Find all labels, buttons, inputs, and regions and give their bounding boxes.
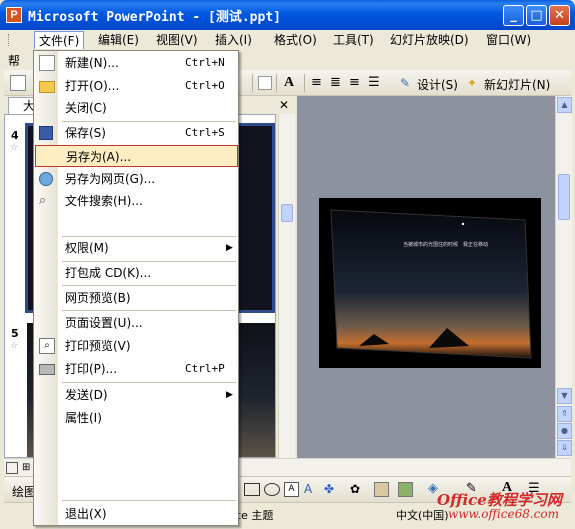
pane-close-icon[interactable]: ✕ xyxy=(279,98,289,112)
menu-item-web-preview[interactable]: 网页预览(B) xyxy=(35,287,238,309)
normal-view-icon[interactable] xyxy=(6,462,18,474)
print-preview-icon: ⌕ xyxy=(39,338,55,354)
menu-window[interactable]: 窗口(W) xyxy=(482,31,535,49)
menu-item-properties[interactable]: 属性(I) xyxy=(35,407,238,429)
menu-item-package-cd[interactable]: 打包成 CD(K)... xyxy=(35,262,238,284)
file-search-icon: ⌕ xyxy=(39,193,47,208)
select-browse-object-button[interactable]: ● xyxy=(557,423,572,439)
submenu-arrow-icon: ▶ xyxy=(226,243,233,253)
print-icon xyxy=(39,364,55,375)
menu-file[interactable]: 文件(F) xyxy=(34,31,85,49)
star-dot xyxy=(461,222,465,226)
scroll-up-button[interactable]: ▲ xyxy=(557,97,572,113)
file-menu: 新建(N)... Ctrl+N 打开(O)... Ctrl+O 关闭(C) 保存… xyxy=(33,50,239,526)
menu-separator xyxy=(62,310,236,311)
align-center-icon[interactable]: ≣ xyxy=(330,75,346,91)
menu-tools[interactable]: 工具(T) xyxy=(329,31,378,49)
menu-item-print[interactable]: 打印(P)... Ctrl+P xyxy=(35,358,238,380)
menu-separator xyxy=(62,285,236,286)
previous-slide-button[interactable]: ⇑ xyxy=(557,406,572,422)
scroll-thumb[interactable] xyxy=(558,174,570,220)
design-button[interactable]: 设计(S) xyxy=(417,76,458,93)
menu-grip xyxy=(8,34,11,46)
menu-view[interactable]: 视图(V) xyxy=(152,31,202,49)
menu-insert[interactable]: 插入(I) xyxy=(211,31,256,49)
slides-pane-scrollbar[interactable] xyxy=(278,114,295,458)
design-icon[interactable]: ✎ xyxy=(400,75,416,91)
outline-box-icon[interactable] xyxy=(258,76,272,90)
editing-scrollbar[interactable]: ▲ ▼ ⇑ ● ⇓ xyxy=(555,96,572,458)
toolbar-separator xyxy=(252,74,254,92)
slide-caption-left: 当被城市的光围住的时候 xyxy=(403,242,459,248)
menu-separator xyxy=(62,382,236,383)
save-disk-icon xyxy=(39,126,53,140)
scroll-down-button[interactable]: ▼ xyxy=(557,388,572,404)
tilted-photo xyxy=(330,209,532,359)
insert-picture-icon[interactable] xyxy=(398,482,413,497)
menu-item-save-as[interactable]: 另存为(A)... xyxy=(35,145,238,167)
diagram-icon[interactable]: ✤ xyxy=(324,482,339,497)
menu-bar: 文件(F) 编辑(E) 视图(V) 插入(I) 格式(O) 工具(T) 幻灯片放… xyxy=(4,30,571,50)
grow-font-icon[interactable]: A xyxy=(284,75,300,91)
rectangle-icon[interactable] xyxy=(244,483,260,496)
menu-item-permission[interactable]: 权限(M) ▶ xyxy=(35,237,238,259)
bullets-icon[interactable]: ☰ xyxy=(368,75,384,91)
menu-item-new[interactable]: 新建(N)... Ctrl+N xyxy=(35,52,238,74)
open-folder-icon xyxy=(39,81,55,93)
slide-number: 4 xyxy=(11,129,19,142)
star-icon: ☆ xyxy=(10,143,19,153)
powerpoint-icon[interactable]: P xyxy=(6,7,22,23)
window-title: Microsoft PowerPoint - [测试.ppt] xyxy=(28,10,281,25)
menu-separator xyxy=(62,500,236,501)
menu-item-file-search[interactable]: ⌕ 文件搜索(H)... xyxy=(35,190,238,212)
title-bar: P Microsoft PowerPoint - [测试.ppt] _ □ ✕ xyxy=(0,0,575,30)
close-button[interactable]: ✕ xyxy=(549,5,570,26)
picture-icon[interactable] xyxy=(374,482,389,497)
scroll-thumb[interactable] xyxy=(281,204,293,222)
slide-number: 5 xyxy=(11,327,19,340)
menu-item-save[interactable]: 保存(S) Ctrl+S xyxy=(35,122,238,144)
toolbar-separator xyxy=(304,74,306,92)
new-slide-icon[interactable]: ✦ xyxy=(467,75,483,91)
menu-item-send[interactable]: 发送(D) ▶ xyxy=(35,384,238,406)
menu-item-print-preview[interactable]: ⌕ 打印预览(V) xyxy=(35,335,238,357)
maximize-button[interactable]: □ xyxy=(526,5,547,26)
next-slide-button[interactable]: ⇓ xyxy=(557,440,572,456)
menu-help-partial[interactable]: 帮 xyxy=(8,52,20,69)
slide-caption-right: 我正在移动 xyxy=(463,242,489,248)
menu-item-open[interactable]: 打开(O)... Ctrl+O xyxy=(35,75,238,97)
wordart-icon[interactable]: A xyxy=(304,482,319,497)
menu-slideshow[interactable]: 幻灯片放映(D) xyxy=(386,31,473,49)
menu-format[interactable]: 格式(O) xyxy=(270,31,321,49)
minimize-button[interactable]: _ xyxy=(503,5,524,26)
watermark-url: www.office68.com xyxy=(448,507,559,521)
menu-item-save-as-web[interactable]: 另存为网页(G)... xyxy=(35,168,238,190)
menu-item-exit[interactable]: 退出(X) xyxy=(35,503,238,525)
clipart-icon[interactable]: ✿ xyxy=(350,482,365,497)
new-document-icon[interactable] xyxy=(10,75,26,91)
menu-edit[interactable]: 编辑(E) xyxy=(94,31,143,49)
menu-item-close[interactable]: 关闭(C) xyxy=(35,97,238,119)
slide-editing-area: 当被城市的光围住的时候 我正在移动 xyxy=(297,96,555,458)
star-icon: ☆ xyxy=(10,341,19,351)
toolbar-separator xyxy=(276,74,278,92)
slide-photo xyxy=(330,209,532,359)
new-document-icon xyxy=(39,55,55,71)
save-as-web-icon xyxy=(39,172,53,186)
slide-canvas[interactable]: 当被城市的光围住的时候 我正在移动 xyxy=(319,198,541,368)
menu-item-page-setup[interactable]: 页面设置(U)... xyxy=(35,312,238,334)
align-right-icon[interactable]: ≡ xyxy=(349,75,365,91)
new-slide-button[interactable]: 新幻灯片(N) xyxy=(484,76,550,93)
submenu-arrow-icon: ▶ xyxy=(226,390,233,400)
align-left-icon[interactable]: ≡ xyxy=(311,75,327,91)
textbox-icon[interactable]: A xyxy=(284,482,299,497)
oval-icon[interactable] xyxy=(264,483,280,496)
